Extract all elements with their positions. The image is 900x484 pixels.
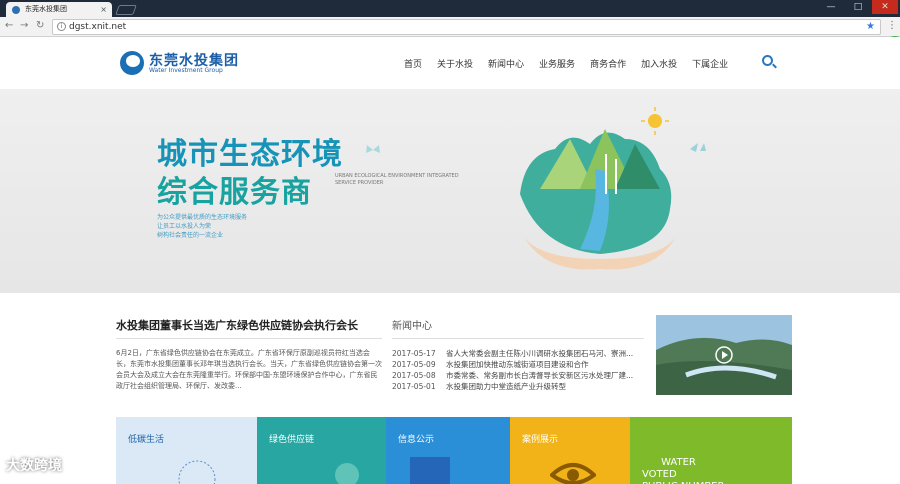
main-nav: 首页 关于水投 新闻中心 业务服务 商务合作 加入水投 下属企业 xyxy=(404,57,743,70)
list-item[interactable]: 2017-05-17 省人大常委会副主任陈小川调研水投集团石马河、寮洲... xyxy=(392,348,644,359)
address-bar[interactable]: i dgst.xnit.net ★ xyxy=(52,19,881,35)
browser-tab[interactable]: 东莞水投集团 × xyxy=(6,2,112,17)
url-text: dgst.xnit.net xyxy=(69,22,127,32)
news-center-heading[interactable]: 新闻中心 xyxy=(392,317,432,332)
slogan-line: 为公众提供最优质的生态环境服务 xyxy=(157,214,248,221)
logo-subtitle: Water Investment Group xyxy=(149,67,223,74)
maximize-button[interactable]: □ xyxy=(845,0,871,14)
news-headline[interactable]: 水投集团董事长当选广东绿色供应链协会执行会长 xyxy=(116,317,358,333)
nav-join[interactable]: 加入水投 xyxy=(641,57,677,70)
forward-icon[interactable]: → xyxy=(20,20,28,31)
tile-wechat-public[interactable]: WATER VOTED PUBLIC NUMBER xyxy=(630,417,792,484)
list-item[interactable]: 2017-05-08 市委常委、常务副市长白涛督导长安新区污水处理厂建... xyxy=(392,370,644,381)
divider xyxy=(116,338,382,339)
tile-low-carbon[interactable]: 低碳生活 xyxy=(116,417,257,484)
slogan-line: 让员工以水投人为荣 xyxy=(157,223,212,230)
tile-label: WATER VOTED PUBLIC NUMBER xyxy=(642,457,724,484)
butterfly-icon xyxy=(366,145,380,153)
banner-slogan: 为公众提供最优质的生态环境服务 让员工以水投人为荣 树构社会责任的一流企业 xyxy=(157,213,247,240)
news-date: 2017-05-01 xyxy=(392,382,436,391)
list-item[interactable]: 2017-05-01 水投集团助力中堂造纸产业升级转型 xyxy=(392,381,644,392)
feature-tiles: 低碳生活 绿色供应链 信息公示 案例展示 WATER VOTED PUBLIC … xyxy=(116,417,792,484)
browser-menu-icon[interactable]: ⋮ xyxy=(887,20,897,31)
search-icon[interactable] xyxy=(762,55,773,66)
document-icon xyxy=(410,457,450,484)
minimize-button[interactable]: — xyxy=(818,0,844,14)
site-header: 东莞水投集团 Water Investment Group 首页 关于水投 新闻… xyxy=(0,37,900,89)
site-info-icon[interactable]: i xyxy=(57,22,66,31)
nav-subsidiaries[interactable]: 下属企业 xyxy=(692,57,728,70)
news-link[interactable]: 水投集团助力中堂造纸产业升级转型 xyxy=(446,381,644,392)
new-tab-button[interactable] xyxy=(115,5,137,15)
hero-banner[interactable]: 城市生态环境 综合服务商 URBAN ECOLOGICAL ENVIRONMEN… xyxy=(0,89,900,293)
news-photo[interactable] xyxy=(656,315,792,395)
news-date: 2017-05-08 xyxy=(392,371,436,380)
close-window-button[interactable]: ✕ xyxy=(872,0,898,14)
news-list: 2017-05-17 省人大常委会副主任陈小川调研水投集团石马河、寮洲... 20… xyxy=(392,348,644,392)
news-link[interactable]: 水投集团加快推动东城街道项目建设和合作 xyxy=(446,359,644,370)
tile-case-display[interactable]: 案例展示 xyxy=(510,417,630,484)
banner-english: URBAN ECOLOGICAL ENVIRONMENT INTEGRATED … xyxy=(335,173,459,186)
bookmark-star-icon[interactable]: ★ xyxy=(866,20,875,34)
news-date: 2017-05-17 xyxy=(392,349,436,358)
browser-toolbar: ← → ↻ i dgst.xnit.net ★ ⋮ xyxy=(0,17,900,37)
slogan-line: 树构社会责任的一流企业 xyxy=(157,232,224,239)
banner-title-line2: 综合服务商 xyxy=(157,175,312,210)
eye-icon xyxy=(550,463,596,484)
news-summary: 6月2日，广东省绿色供应链协会在东莞成立。广东省环保厅原副巡视员符红当选会长，东… xyxy=(116,349,382,390)
logo-icon[interactable] xyxy=(120,51,144,75)
news-link[interactable]: 省人大常委会副主任陈小川调研水投集团石马河、寮洲... xyxy=(446,348,644,359)
tile-green-supply-chain[interactable]: 绿色供应链 xyxy=(257,417,386,484)
tree-icon xyxy=(178,460,216,484)
video-watermark: 大数跨境 xyxy=(6,458,62,474)
divider xyxy=(392,338,644,339)
reload-icon[interactable]: ↻ xyxy=(36,20,44,31)
nav-services[interactable]: 业务服务 xyxy=(539,57,575,70)
content-section: 水投集团董事长当选广东绿色供应链协会执行会长 6月2日，广东省绿色供应链协会在东… xyxy=(0,293,900,484)
nav-about[interactable]: 关于水投 xyxy=(437,57,473,70)
tab-close-icon[interactable]: × xyxy=(100,2,107,17)
eco-hands-illustration xyxy=(520,107,706,270)
tab-title: 东莞水投集团 xyxy=(25,5,67,13)
back-icon[interactable]: ← xyxy=(5,20,13,31)
browser-tabstrip: 东莞水投集团 × — □ ✕ xyxy=(0,0,900,17)
site-favicon-icon xyxy=(12,6,20,14)
nav-cooperation[interactable]: 商务合作 xyxy=(590,57,626,70)
list-item[interactable]: 2017-05-09 水投集团加快推动东城街道项目建设和合作 xyxy=(392,359,644,370)
nav-news[interactable]: 新闻中心 xyxy=(488,57,524,70)
tile-label: 案例展示 xyxy=(522,435,559,445)
tile-label: 信息公示 xyxy=(398,435,435,445)
leaf-icon xyxy=(335,463,359,484)
nav-home[interactable]: 首页 xyxy=(404,57,422,70)
tile-label: 低碳生活 xyxy=(128,435,165,445)
news-date: 2017-05-09 xyxy=(392,360,436,369)
news-link[interactable]: 市委常委、常务副市长白涛督导长安新区污水处理厂建... xyxy=(446,370,644,381)
tile-label: 绿色供应链 xyxy=(269,435,315,445)
tile-info-disclosure[interactable]: 信息公示 xyxy=(386,417,510,484)
